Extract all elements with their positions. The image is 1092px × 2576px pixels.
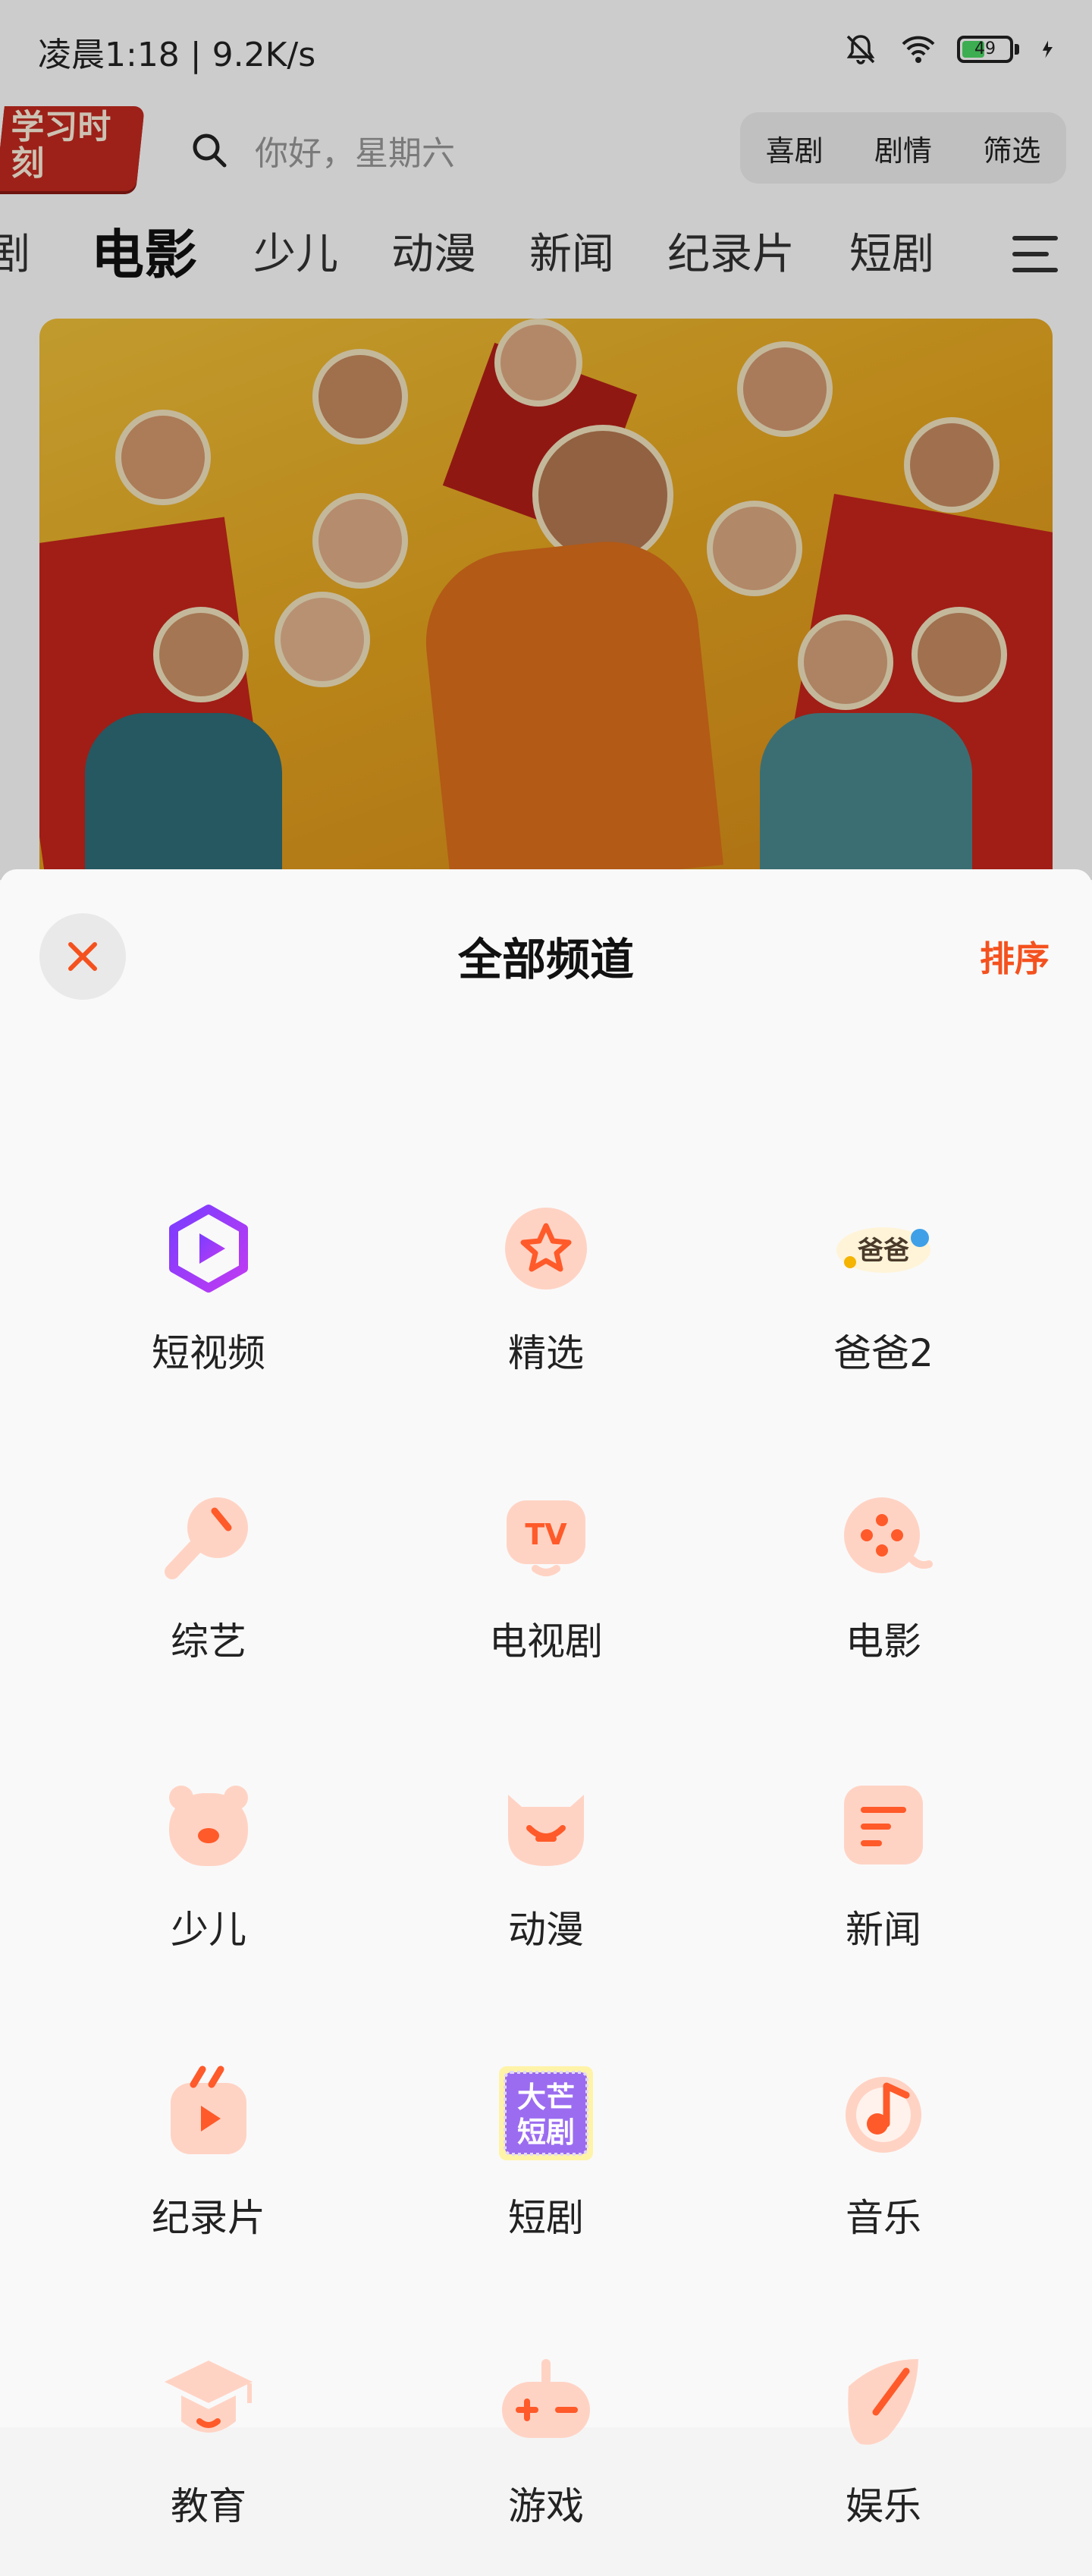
all-channels-sheet: 全部频道 排序 短视频 精选 爸爸 爸爸2 综艺 TV 电视剧 电影 少儿 动漫… — [0, 869, 1092, 2528]
cartoon-face-icon — [508, 1795, 584, 1866]
channel-item-education[interactable]: 教育 — [27, 2348, 391, 2576]
svg-text:大芒: 大芒 — [517, 2081, 575, 2114]
channel-item-anime[interactable]: 动漫 — [364, 1772, 728, 2000]
graduation-cap-icon — [165, 2361, 253, 2433]
gamepad-icon — [502, 2359, 590, 2438]
channel-label: 精选 — [508, 1331, 584, 1375]
star-icon — [505, 1208, 587, 1290]
tv-icon: TV — [507, 1500, 585, 1576]
channel-item-documentary[interactable]: 纪录片 — [27, 2060, 391, 2288]
channel-item-variety[interactable]: 综艺 — [27, 1484, 391, 1711]
channel-label: 游戏 — [508, 2484, 584, 2528]
channel-label: 教育 — [171, 2484, 246, 2528]
channel-item-music[interactable]: 音乐 — [701, 2060, 1065, 2288]
show-logo-icon: 爸爸 — [836, 1227, 930, 1273]
channel-label: 纪录片 — [152, 2196, 265, 2240]
channel-item-dad2[interactable]: 爸爸 爸爸2 — [701, 1195, 1065, 1423]
film-reel-icon — [844, 1497, 933, 1573]
short-video-icon — [169, 1205, 248, 1293]
bear-icon — [169, 1786, 248, 1866]
channel-item-movie[interactable]: 电影 — [701, 1484, 1065, 1711]
channel-label: 娱乐 — [846, 2484, 921, 2528]
music-note-icon — [846, 2077, 921, 2153]
channel-label: 短视频 — [152, 1331, 265, 1375]
channel-label: 爸爸2 — [833, 1331, 934, 1375]
channel-label: 短剧 — [508, 2196, 584, 2240]
background-app: 凌晨1:18 | 9.2K/s 49 学习时刻 你好，星期六 喜剧 剧情 筛选 … — [0, 0, 1092, 880]
channel-label: 少儿 — [171, 1908, 246, 1952]
svg-text:短剧: 短剧 — [517, 2116, 575, 2149]
dim-overlay[interactable] — [0, 0, 1092, 880]
channel-label: 新闻 — [846, 1908, 921, 1952]
svg-text:爸爸: 爸爸 — [857, 1236, 909, 1266]
documentary-icon — [171, 2066, 246, 2154]
sheet-header: 全部频道 排序 — [0, 869, 1092, 1036]
channel-item-tv-series[interactable]: TV 电视剧 — [364, 1484, 728, 1711]
entertainment-icon — [848, 2359, 918, 2445]
channel-item-news[interactable]: 新闻 — [701, 1772, 1065, 2000]
sort-button[interactable]: 排序 — [980, 931, 1050, 982]
channel-item-kids[interactable]: 少儿 — [27, 1772, 391, 2000]
svg-text:TV: TV — [525, 1518, 567, 1551]
news-icon — [844, 1786, 923, 1864]
channel-item-featured[interactable]: 精选 — [364, 1195, 728, 1423]
microphone-icon — [165, 1497, 248, 1579]
channel-label: 综艺 — [171, 1619, 246, 1663]
channel-item-games[interactable]: 游戏 — [364, 2348, 728, 2576]
channel-item-entertainment[interactable]: 娱乐 — [701, 2348, 1065, 2576]
channel-item-short-video[interactable]: 短视频 — [27, 1195, 391, 1423]
channel-label: 电视剧 — [489, 1619, 603, 1663]
sheet-title: 全部频道 — [457, 934, 634, 985]
channel-label: 动漫 — [508, 1908, 584, 1952]
channel-label: 音乐 — [846, 2196, 921, 2240]
channel-item-mini-drama[interactable]: 大芒 短剧 短剧 — [364, 2060, 728, 2288]
channel-label: 电影 — [846, 1619, 921, 1663]
mini-drama-icon: 大芒 短剧 — [499, 2066, 593, 2160]
